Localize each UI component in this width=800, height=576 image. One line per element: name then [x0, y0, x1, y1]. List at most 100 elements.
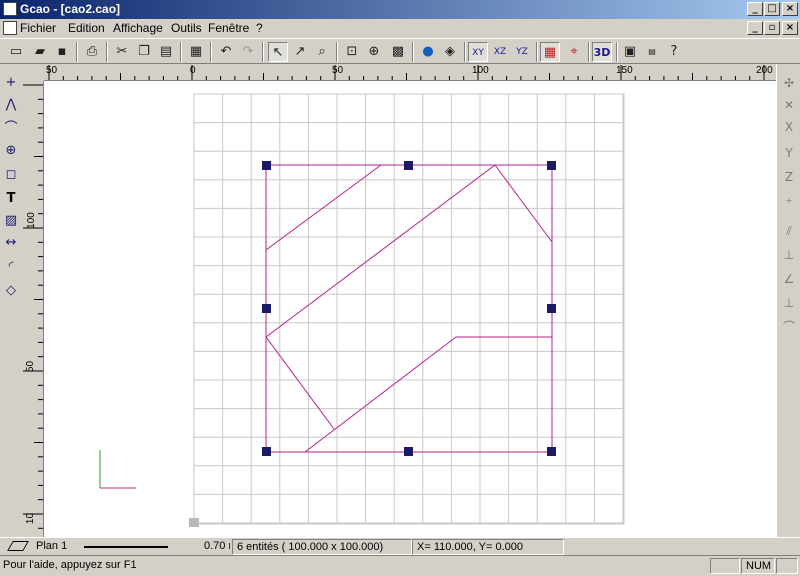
grip-handle[interactable] — [262, 447, 271, 456]
doc-restore-button[interactable]: ▫ — [764, 21, 780, 35]
translate-z-icon[interactable]: Z — [780, 168, 798, 186]
fillet-tool-icon[interactable]: ◜ — [2, 258, 20, 276]
cursor-coordinates: X= 110.000, Y= 0.000 — [412, 539, 564, 555]
menu-affichage[interactable]: Affichage — [113, 21, 163, 35]
drawing-area[interactable] — [44, 81, 776, 537]
dimension-tool-icon[interactable]: ↔ — [2, 234, 20, 252]
cut-icon[interactable]: ✂ — [112, 42, 132, 62]
status-indicator-empty — [776, 558, 798, 574]
translate-y-icon[interactable]: Y — [780, 144, 798, 162]
context-help-icon[interactable]: ? — [664, 42, 684, 62]
rectangle-tool-icon[interactable]: ◻ — [2, 166, 20, 184]
cube-icon[interactable]: ◈ — [440, 42, 460, 62]
grid-border — [193, 93, 625, 525]
perpendicular-icon[interactable]: ⊥ — [780, 246, 798, 264]
line-width-value[interactable]: 0.70 mm — [200, 539, 230, 555]
origin-marker[interactable] — [189, 518, 199, 527]
select-arrow-icon[interactable]: ↖ — [268, 42, 288, 62]
vertical-icon[interactable]: ⊥ — [780, 294, 798, 312]
text-tool-icon[interactable]: T — [2, 190, 20, 208]
grip-handle[interactable] — [262, 161, 271, 170]
open-folder-icon[interactable]: ▰ — [30, 42, 50, 62]
grip-handle[interactable] — [547, 447, 556, 456]
parallel-icon[interactable]: ⫽ — [780, 222, 798, 240]
minimize-button[interactable]: _ — [747, 2, 763, 16]
print-icon[interactable]: ⎙ — [82, 42, 102, 62]
horizontal-ruler: 50 0 50 100 150 200 — [44, 64, 776, 81]
zoom-extents-icon[interactable]: ⊕ — [364, 42, 384, 62]
save-icon[interactable]: ▪ — [52, 42, 72, 62]
v-ruler-label: 10 — [25, 512, 37, 525]
arc-tool-icon[interactable]: ⌒ — [2, 120, 20, 138]
window-title: Gcao - [cao2.cao] — [20, 2, 121, 16]
h-ruler-label: 100 — [472, 65, 489, 76]
object-snap-icon[interactable]: ⌖ — [564, 42, 584, 62]
plane-xz-icon[interactable]: XZ — [490, 42, 510, 62]
v-ruler-ticks — [23, 84, 43, 529]
zoom-window-icon[interactable]: ⌕ — [312, 42, 332, 62]
h-ruler-label: 0 — [190, 65, 196, 76]
translate-x-icon[interactable]: X — [780, 118, 798, 136]
properties-bar: Plan 1 0.70 mm 6 entités ( 100.000 x 100… — [0, 537, 800, 555]
close-button[interactable]: × — [782, 2, 798, 16]
app-icon[interactable] — [3, 2, 17, 16]
polyline-tool-icon[interactable]: ⋀ — [2, 96, 20, 114]
h-ruler-label: 50 — [46, 65, 58, 76]
print-preview-icon[interactable]: ▣ — [620, 42, 640, 62]
menu-fichier[interactable]: Fichier — [20, 21, 56, 35]
copy-icon[interactable]: ❐ — [134, 42, 154, 62]
menu-edition[interactable]: Edition — [68, 21, 105, 35]
maximize-button[interactable]: □ — [764, 2, 780, 16]
h-ruler-label: 150 — [616, 65, 633, 76]
zoom-all-icon[interactable]: ▩ — [388, 42, 408, 62]
status-indicator-empty — [710, 558, 740, 574]
doc-icon[interactable] — [3, 21, 17, 35]
hatch-tool-icon[interactable]: ▨ — [2, 212, 20, 230]
properties-icon[interactable]: ▦ — [186, 42, 206, 62]
move-icon[interactable]: ✣ — [780, 74, 798, 92]
num-lock-indicator: NUM — [741, 558, 775, 574]
menu-fenetre[interactable]: Fenêtre — [208, 21, 249, 35]
undo-icon[interactable]: ↶ — [216, 42, 236, 62]
entity-count: 6 entités ( 100.000 x 100.000) — [232, 539, 412, 555]
point-tool-icon[interactable]: + — [2, 74, 20, 92]
zoom-icon[interactable]: ⊡ — [342, 42, 362, 62]
title-bar[interactable]: Gcao - [cao2.cao] _ □ × — [0, 0, 800, 19]
grip-handle[interactable] — [404, 161, 413, 170]
menu-bar: Fichier Edition Affichage Outils Fenêtre… — [0, 19, 800, 38]
rotate-icon[interactable]: ✕ — [780, 96, 798, 114]
help-text: Pour l'aide, appuyez sur F1 — [3, 559, 137, 571]
drawing-canvas[interactable] — [44, 81, 776, 537]
doc-minimize-button[interactable]: _ — [747, 21, 763, 35]
redo-icon[interactable]: ↷ — [238, 42, 258, 62]
paste-icon[interactable]: ▤ — [156, 42, 176, 62]
right-toolbox: ✣ ✕ X Y Z + ⫽ ⊥ ∠ ⊥ ⌒ — [776, 64, 800, 537]
numeric-input-icon[interactable]: + — [780, 192, 798, 210]
left-toolbox: + ⋀ ⌒ ⊕ ◻ T ▨ ↔ ◜ ◇ — [0, 64, 22, 537]
grip-handle[interactable] — [547, 304, 556, 313]
doc-close-button[interactable]: × — [782, 21, 798, 35]
v-ruler-label: 100 — [25, 212, 37, 229]
layer-icon[interactable] — [7, 541, 29, 551]
plane-yz-icon[interactable]: YZ — [512, 42, 532, 62]
angle-icon[interactable]: ∠ — [780, 270, 798, 288]
grip-handle[interactable] — [404, 447, 413, 456]
tangent-icon[interactable]: ⌒ — [780, 318, 798, 336]
grip-handle[interactable] — [547, 161, 556, 170]
view-3d-button[interactable]: 3D — [592, 42, 612, 62]
globe-icon[interactable]: ● — [418, 42, 438, 62]
grip-handle[interactable] — [262, 304, 271, 313]
menu-outils[interactable]: Outils — [171, 21, 202, 35]
erase-tool-icon[interactable]: ◇ — [2, 282, 20, 300]
circle-tool-icon[interactable]: ⊕ — [2, 142, 20, 160]
new-file-icon[interactable]: ▭ — [6, 42, 26, 62]
v-ruler-label: 50 — [25, 360, 37, 373]
status-bar: Pour l'aide, appuyez sur F1 NUM — [0, 555, 800, 576]
edit-node-icon[interactable]: ↗ — [290, 42, 310, 62]
plane-xy-icon[interactable]: XY — [468, 42, 488, 62]
vertical-ruler: 100 50 10 — [22, 81, 44, 537]
menu-help[interactable]: ? — [256, 21, 263, 35]
line-width-sample — [84, 546, 168, 548]
grid-snap-icon[interactable]: ▦ — [540, 42, 560, 62]
render-3d-icon[interactable]: ▤ — [642, 42, 662, 62]
